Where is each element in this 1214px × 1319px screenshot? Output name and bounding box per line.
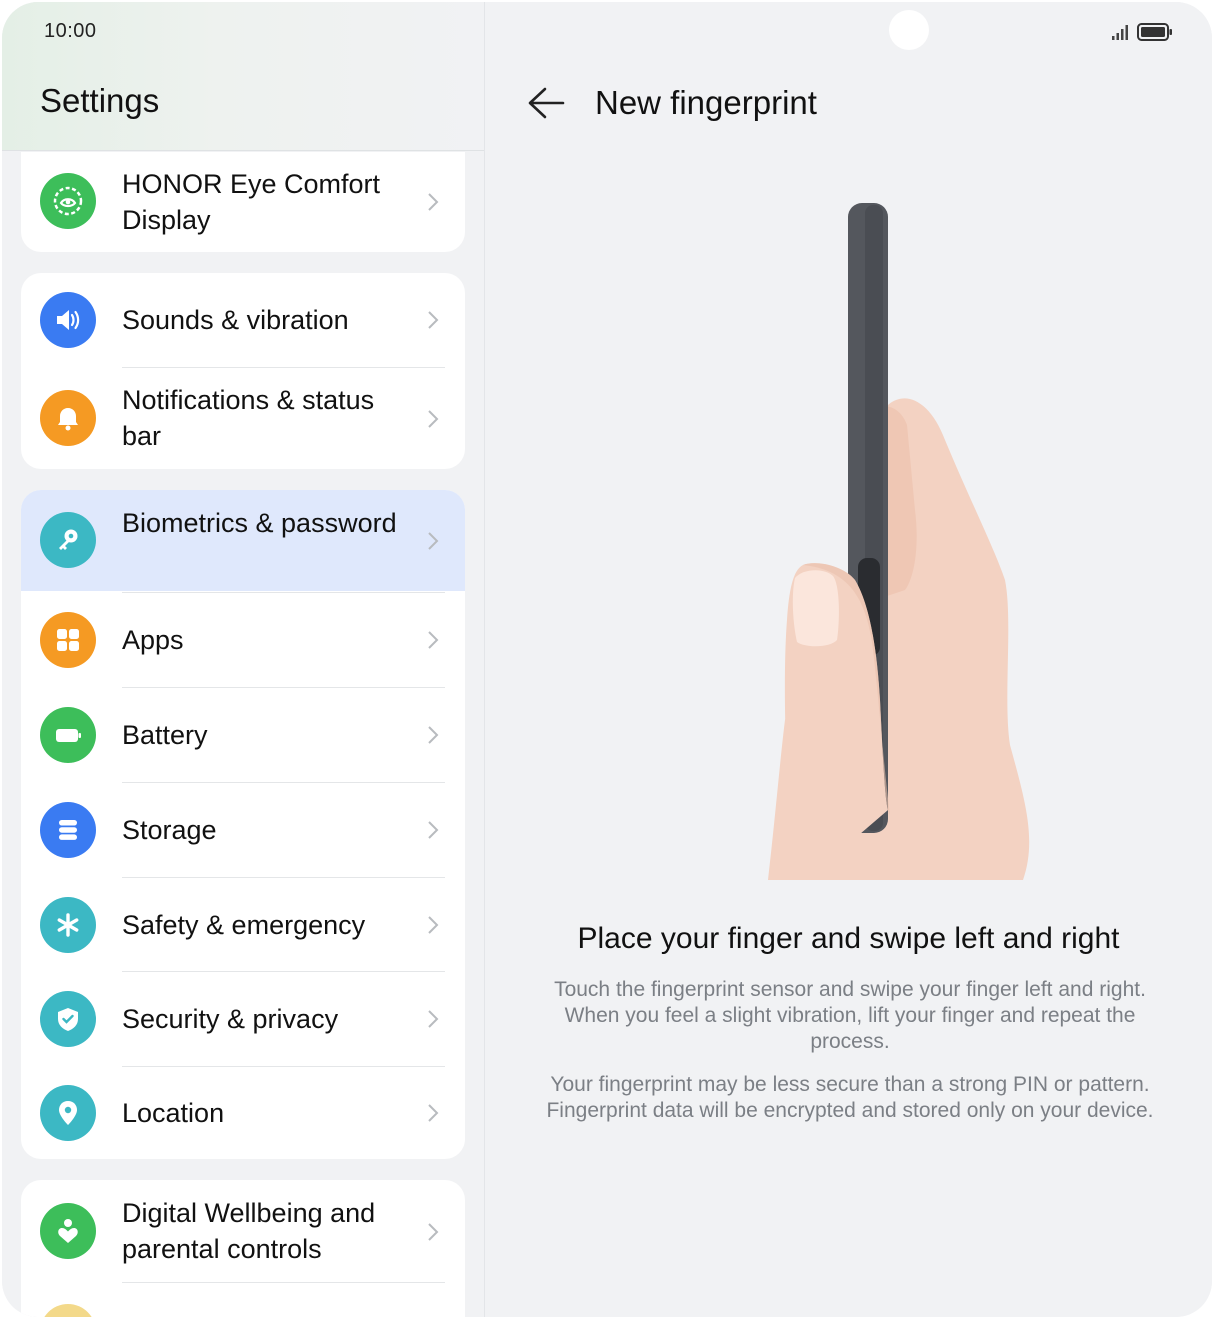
settings-item-security[interactable]: Security & privacy [21,972,465,1066]
chevron-right-icon [428,726,439,744]
divider [122,1282,445,1283]
settings-item-label: Digital Wellbeing and parental controls [122,1198,376,1264]
chevron-right-icon [428,1010,439,1028]
settings-item-safety[interactable]: Safety & emergency [21,878,465,972]
battery-status-icon [1137,23,1172,41]
chevron-right-icon [428,532,439,550]
settings-item-label: Apps [122,625,184,655]
chevron-right-icon [428,916,439,934]
chevron-right-icon [428,1104,439,1122]
settings-item-notifications[interactable]: Notifications & status bar [21,368,465,469]
shield-icon [40,991,96,1047]
status-icons [1110,22,1174,47]
battery-icon [40,707,96,763]
partial-icon [40,1304,96,1317]
settings-pane: 10:00 Settings HONOR Eye Comfort Display… [2,2,485,1317]
chevron-right-icon [428,410,439,428]
settings-group-wellbeing: Digital Wellbeing and parental controls [21,1180,465,1317]
settings-item-label: Notifications & status bar [122,385,375,451]
fingerprint-pane: New fingerprint Place your finger and sw… [485,2,1212,1317]
settings-item-digital-wellbeing[interactable]: Digital Wellbeing and parental controls [21,1180,465,1282]
device-screen: 10:00 Settings HONOR Eye Comfort Display… [2,2,1212,1317]
page-title: Settings [40,82,160,119]
speaker-icon [40,292,96,348]
settings-group-display: HONOR Eye Comfort Display [21,152,465,252]
settings-group-system: Biometrics & password Apps Battery Stora… [21,490,465,1159]
key-icon [40,512,96,568]
settings-item-label: Security & privacy [122,1004,339,1034]
fingerprint-illustration [768,203,1030,880]
page-title: New fingerprint [595,84,817,121]
settings-item-label: Biometrics & password [122,508,397,538]
instruction-headline: Place your finger and swipe left and rig… [577,922,1120,955]
settings-item-location[interactable]: Location [21,1067,465,1159]
chevron-right-icon [428,821,439,839]
asterisk-icon [40,897,96,953]
settings-item-battery[interactable]: Battery [21,688,465,782]
bell-icon [40,390,96,446]
settings-item-storage[interactable]: Storage [21,783,465,877]
heart-person-icon [40,1203,96,1259]
settings-item-label: Location [122,1098,225,1128]
settings-item-label: Safety & emergency [122,910,366,940]
settings-item-label: Storage [122,815,217,845]
eye-comfort-icon [40,173,96,229]
settings-group-sound: Sounds & vibration Notifications & statu… [21,273,465,469]
instruction-description: Touch the fingerprint sensor and swipe y… [554,978,1146,1053]
location-pin-icon [40,1085,96,1141]
settings-item-apps[interactable]: Apps [21,593,465,687]
settings-item-sounds[interactable]: Sounds & vibration [21,273,465,367]
settings-item-eye-comfort[interactable]: HONOR Eye Comfort Display [21,152,465,252]
signal-icon [1112,25,1128,40]
chevron-right-icon [428,311,439,329]
back-arrow-icon[interactable] [527,86,565,120]
chevron-right-icon [428,1223,439,1241]
front-camera [889,10,929,50]
chevron-right-icon [428,631,439,649]
apps-grid-icon [40,612,96,668]
settings-header: 10:00 Settings [2,2,484,151]
security-notice: Your fingerprint may be less secure than… [546,1073,1154,1122]
settings-item-label: Battery [122,720,208,750]
status-time: 10:00 [44,20,97,42]
chevron-right-icon [428,193,439,211]
storage-icon [40,802,96,858]
settings-item-label: Sounds & vibration [122,305,349,335]
settings-item-label: HONOR Eye Comfort Display [122,169,381,235]
settings-item-biometrics[interactable]: Biometrics & password [21,490,465,591]
